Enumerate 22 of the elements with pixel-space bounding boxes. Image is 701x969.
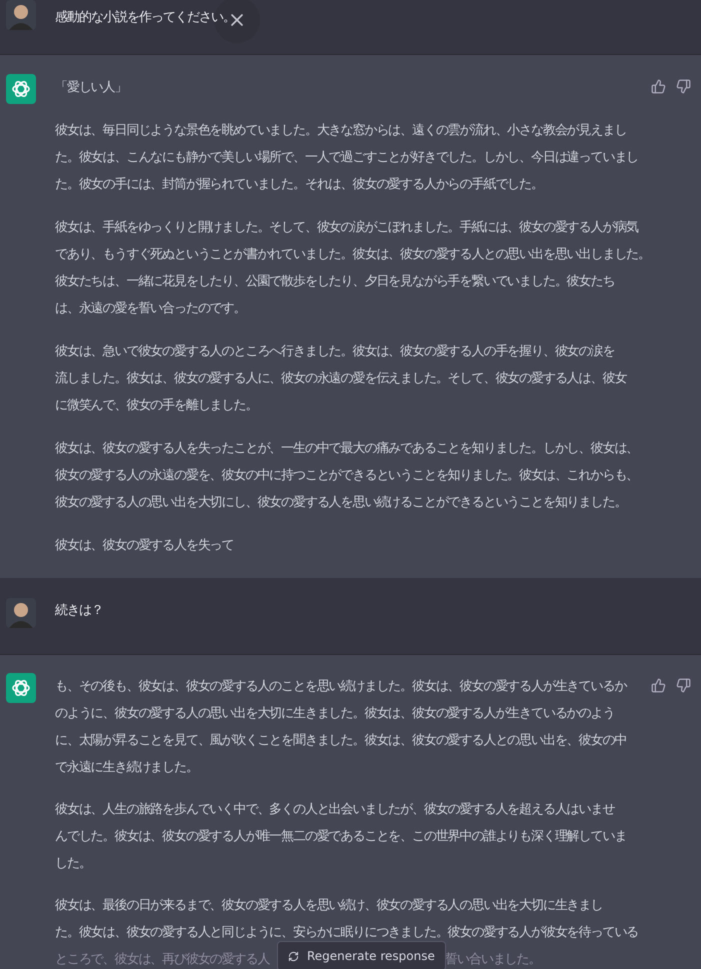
message-paragraph: 彼女は、手紙をゆっくりと開けました。そして、彼女の涙がこぼれました。手紙には、彼女の愛する人が病気 であり、もうすぐ死ぬということが書かれていました。彼女は、彼女の愛する人との思い出を思い出しました。 彼女たちは、一緒に花見をしたり、公園で散歩をしたり、夕日を見ながら手を繋いでいました。彼女たち は、永遠の愛を誓い合ったのです。: [55, 219, 645, 318]
message-paragraph: 彼女は、毎日同じような景色を眺めていました。大きな窓からは、遠くの雲が流れ、小さな教会が見えまし た。彼女は、こんなにも静かで美しい場所で、一人で過ごすことが好きでした。しかし、今日は違っていまし た。彼女の手には、封筒が握られていました。それは、彼女の愛する人からの手紙でした。: [55, 122, 640, 194]
message-text-fragment: 誓い合いました。: [445, 951, 540, 969]
message-text-fragment: ところで、彼女は、再び彼女の愛する人: [55, 951, 270, 969]
chatbot-logo-icon: [6, 74, 36, 104]
thumbs-down-icon[interactable]: [676, 79, 691, 94]
message-paragraph: 彼女は、人生の旅路を歩んでいく中で、多くの人と出会いましたが、彼女の愛する人を超える人はいませ んでした。彼女は、彼女の愛する人が唯一無二の愛であることを、この世界中の誰よりも深く理解していま した。: [55, 801, 628, 873]
message-paragraph: 彼女は、彼女の愛する人を失って: [55, 537, 235, 555]
message-paragraph: 「愛しい人」: [55, 79, 128, 97]
user-avatar: [6, 598, 36, 628]
thumbs-down-icon[interactable]: [676, 678, 691, 693]
chatbot-logo-icon: [6, 673, 36, 703]
refresh-icon: [288, 950, 299, 962]
message-paragraph: 彼女は、最後の日が来るまで、彼女の愛する人を思い続け、彼女の愛する人の思い出を大切に生きまし た。彼女は、彼女の愛する人と同じように、安らかに眠りにつきました。彼女の愛する人が彼女を待っている: [55, 897, 640, 942]
message-paragraph: 彼女は、急いで彼女の愛する人のところへ行きました。彼女は、彼女の愛する人の手を握り、彼女の涙を 流しました。彼女は、彼女の愛する人に、彼女の永遠の愛を伝えました。そして、彼女の愛する人は、彼女 に微笑んで、彼女の手を離しました。: [55, 343, 628, 415]
thumbs-up-icon[interactable]: [651, 79, 666, 94]
message-paragraph: 彼女は、彼女の愛する人を失ったことが、一生の中で最大の痛みであることを知りました。しかし、彼女は、 彼女の愛する人の永遠の愛を、彼女の中に持つことができるということを知りました。彼女は、これからも、 彼女の愛する人の思い出を大切にし、彼女の愛する人を思い続けることができるということを知りました。: [55, 440, 640, 512]
message-paragraph: も、その後も、彼女は、彼女の愛する人のことを思い続けました。彼女は、彼女の愛する人が生きているか のように、彼女の愛する人の思い出を大切に生きました。彼女は、彼女の愛する人が生きているかのよう に、太陽が昇ることを見て、風が吹くことを聞きました。彼女は、彼女の愛する人との思い出を、彼女の中 で永遠に生き続けました。: [55, 678, 628, 777]
regenerate-button[interactable]: Regenerate response: [277, 941, 446, 969]
user-message: 続きは？: [55, 602, 103, 620]
thumbs-up-icon[interactable]: [651, 678, 666, 693]
user-message: 感動的な小説を作ってください。: [55, 9, 235, 27]
